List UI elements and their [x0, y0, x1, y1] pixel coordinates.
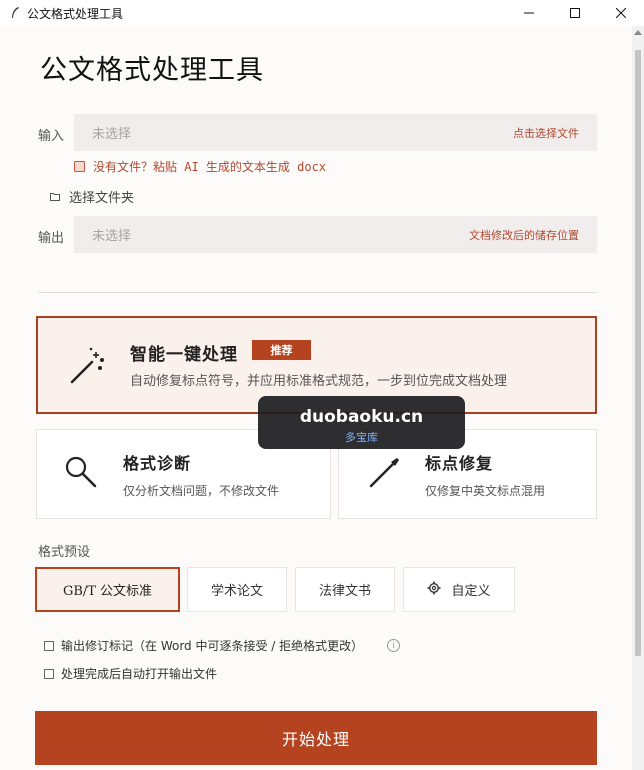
- input-placeholder: 未选择: [92, 127, 132, 142]
- output-location-link[interactable]: 文档修改后的储存位置: [469, 227, 579, 243]
- paste-text-link[interactable]: 没有文件？粘贴 AI 生成的文本生成 docx: [74, 158, 326, 175]
- preset-section-label: 格式预设: [38, 545, 91, 560]
- recommended-badge: 推荐: [252, 340, 311, 360]
- watermark-text: duobaoku.cn: [299, 407, 424, 427]
- format-diagnose-title: 格式诊断: [123, 454, 192, 473]
- window-title: 公文格式处理工具: [27, 6, 124, 21]
- smart-process-description: 自动修复标点符号，并应用标准格式规范，一步到位完成文档处理: [130, 374, 508, 389]
- checkbox-box[interactable]: [44, 668, 54, 679]
- divider: [38, 292, 597, 293]
- maximize-icon: [570, 8, 580, 18]
- minimize-icon: [524, 12, 534, 14]
- close-icon: [616, 8, 626, 18]
- track-changes-label: 输出修订标记（在 Word 中可逐条接受 / 拒绝格式更改）: [61, 639, 364, 653]
- output-label: 输出: [38, 231, 65, 246]
- preset-custom[interactable]: 自定义: [403, 567, 515, 612]
- quill-icon: [7, 5, 23, 21]
- output-placeholder: 未选择: [92, 229, 132, 244]
- maximize-button[interactable]: [552, 0, 598, 26]
- track-changes-checkbox[interactable]: 输出修订标记（在 Word 中可逐条接受 / 拒绝格式更改） i: [44, 637, 401, 654]
- select-file-link[interactable]: 点击选择文件: [513, 125, 579, 141]
- pen-icon: [367, 454, 403, 495]
- auto-open-checkbox[interactable]: 处理完成后自动打开输出文件: [44, 665, 217, 682]
- scroll-thumb[interactable]: [635, 50, 641, 656]
- page-title: 公文格式处理工具: [40, 55, 264, 86]
- smart-process-title: 智能一键处理: [130, 345, 238, 365]
- auto-open-label: 处理完成后自动打开输出文件: [61, 667, 218, 681]
- format-diagnose-description: 仅分析文档问题，不修改文件: [123, 484, 280, 498]
- input-label: 输入: [38, 129, 65, 144]
- clipboard-icon: [74, 161, 85, 172]
- vertical-scrollbar[interactable]: [632, 26, 644, 770]
- title-bar: 公文格式处理工具: [0, 0, 644, 26]
- magic-wand-icon: [66, 344, 110, 393]
- punctuation-fix-description: 仅修复中英文标点混用: [425, 484, 546, 498]
- minimize-button[interactable]: [506, 0, 552, 26]
- magnifier-icon: [63, 454, 99, 495]
- select-folder-label: 选择文件夹: [69, 191, 135, 206]
- watermark: duobaoku.cn 多宝库: [258, 396, 465, 449]
- punctuation-fix-title: 标点修复: [425, 454, 494, 473]
- preset-label: 学术论文: [210, 584, 263, 599]
- output-file-field[interactable]: 未选择 文档修改后的储存位置: [74, 216, 597, 253]
- info-icon[interactable]: i: [387, 639, 401, 652]
- preset-gbt-standard[interactable]: GB/T 公文标准: [35, 567, 180, 612]
- preset-academic-paper[interactable]: 学术论文: [187, 567, 287, 612]
- close-button[interactable]: [598, 0, 644, 26]
- select-folder-link[interactable]: 选择文件夹: [50, 187, 134, 206]
- watermark-subtext: 多宝库: [345, 431, 378, 444]
- input-file-field[interactable]: 未选择 点击选择文件: [74, 114, 597, 151]
- preset-legal-document[interactable]: 法律文书: [295, 567, 395, 612]
- gear-icon: [427, 581, 441, 599]
- paste-text-label: 没有文件？粘贴 AI 生成的文本生成 docx: [93, 160, 327, 174]
- checkbox-box[interactable]: [44, 640, 54, 651]
- preset-label: GB/T 公文标准: [62, 584, 153, 599]
- preset-label: 自定义: [451, 584, 491, 599]
- scroll-up-icon[interactable]: [634, 30, 642, 35]
- folder-icon: [50, 193, 60, 201]
- start-process-button[interactable]: 开始处理: [35, 711, 597, 765]
- preset-label: 法律文书: [318, 584, 371, 599]
